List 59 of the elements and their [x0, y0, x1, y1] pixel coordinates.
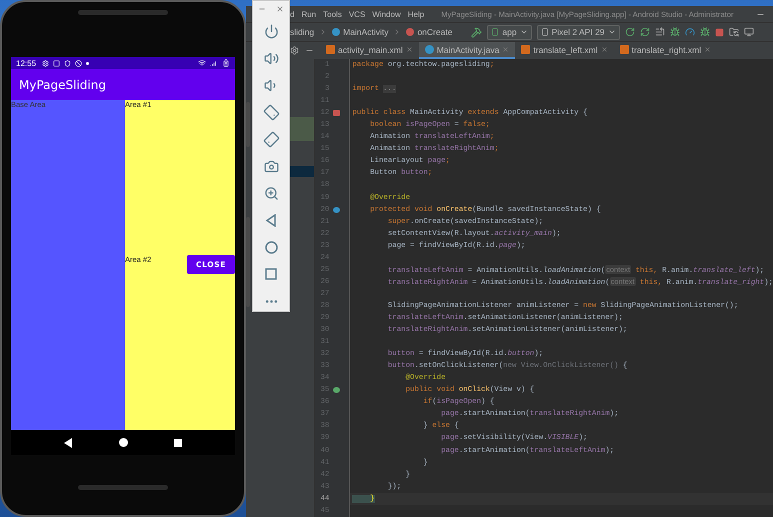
- override-gutter-icon[interactable]: [333, 206, 340, 213]
- attach-debugger-icon[interactable]: [700, 27, 710, 37]
- home-icon[interactable]: [119, 438, 128, 447]
- close-icon[interactable]: [600, 46, 608, 53]
- bug-icon[interactable]: [670, 27, 680, 37]
- battery-icon: [222, 59, 230, 67]
- blocked-icon: [75, 60, 82, 66]
- java-file-icon: [424, 45, 434, 54]
- editor-tab[interactable]: translate_right.xml: [614, 42, 718, 59]
- shield-icon: [64, 60, 72, 66]
- xml-file-icon: [521, 45, 530, 54]
- list-icon[interactable]: [654, 27, 665, 37]
- settings-icon[interactable]: [290, 46, 299, 55]
- caret-icon: [520, 28, 528, 36]
- editor-tab[interactable]: translate_left.xml: [515, 42, 614, 59]
- implements-gutter-icon[interactable]: [333, 387, 340, 394]
- back-icon[interactable]: [64, 438, 73, 448]
- xml-file-icon: [620, 45, 629, 54]
- hammer-icon[interactable]: [471, 26, 482, 38]
- breadcrumb[interactable]: onCreate: [406, 27, 452, 37]
- apply-changes-icon[interactable]: [640, 27, 650, 37]
- caret-icon: [608, 28, 616, 36]
- menu-item[interactable]: VCS: [348, 10, 366, 18]
- rotate-left-icon[interactable]: [262, 103, 280, 121]
- phone-icon: [491, 28, 500, 36]
- menu-item[interactable]: Tools: [323, 10, 342, 18]
- app-title: MyPageSliding: [19, 78, 106, 92]
- breadcrumb[interactable]: MainActivity: [332, 27, 388, 37]
- dot-icon: [86, 62, 90, 64]
- status-time: 12:55: [16, 58, 36, 68]
- xml-file-icon: [326, 45, 335, 54]
- close-icon[interactable]: [276, 5, 284, 13]
- close-icon[interactable]: [704, 46, 712, 53]
- close-icon[interactable]: [406, 46, 413, 53]
- monitor-icon[interactable]: [744, 27, 754, 37]
- menu-item[interactable]: Window: [372, 10, 401, 18]
- rerun-icon[interactable]: [624, 27, 635, 37]
- editor-tab[interactable]: MainActivity.java: [418, 42, 516, 59]
- editor-tab[interactable]: activity_main.xml: [320, 42, 419, 59]
- method-icon: [406, 28, 414, 36]
- stop-icon[interactable]: [714, 28, 724, 36]
- tree-row-highlight: [290, 117, 314, 141]
- rotate-right-icon[interactable]: [262, 130, 280, 148]
- class-icon: [332, 28, 340, 36]
- device-dropdown[interactable]: Pixel 2 API 29: [536, 24, 620, 40]
- gear-icon: [42, 60, 50, 66]
- class-gutter-icon[interactable]: [333, 110, 340, 116]
- phone-icon: [540, 28, 549, 36]
- menu-item[interactable]: d: [290, 10, 294, 18]
- breadcrumb[interactable]: sliding: [290, 27, 314, 37]
- overview-icon[interactable]: [174, 438, 182, 446]
- wifi-icon: [198, 59, 206, 67]
- menu-item[interactable]: Help: [408, 10, 424, 18]
- signal-icon: [210, 59, 218, 67]
- menu-item[interactable]: Run: [301, 10, 316, 18]
- square-icon: [53, 60, 60, 66]
- gauge-icon[interactable]: [684, 27, 695, 37]
- run-config-dropdown[interactable]: app: [487, 24, 532, 40]
- sync-icon[interactable]: [728, 27, 739, 37]
